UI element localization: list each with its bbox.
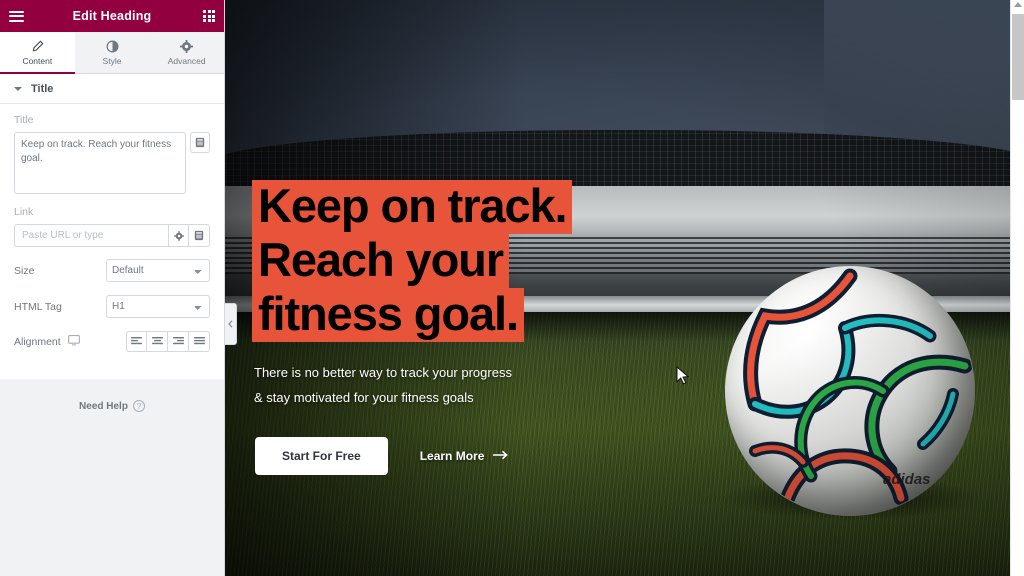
grid-icon[interactable] bbox=[203, 10, 215, 22]
learn-more-label: Learn More bbox=[419, 449, 485, 463]
link-options-gear-icon[interactable] bbox=[168, 224, 189, 247]
tab-content-label: Content bbox=[22, 55, 53, 66]
heading-line-3: fitness goal. bbox=[252, 288, 524, 342]
panel-body: Title Keep on track. Reach your fitness … bbox=[0, 104, 224, 379]
contrast-icon bbox=[106, 40, 119, 53]
link-dynamic-tag-icon[interactable] bbox=[189, 224, 210, 247]
tab-content[interactable]: Content bbox=[0, 32, 75, 74]
preview-canvas[interactable]: adidas Keep on track. Reach your fitness… bbox=[225, 0, 1024, 576]
need-help-label: Need Help bbox=[79, 400, 128, 412]
question-circle-icon: ? bbox=[132, 400, 145, 412]
section-title-header[interactable]: Title bbox=[0, 74, 224, 104]
tab-advanced-label: Advanced bbox=[167, 55, 206, 66]
subtext-line-1: There is no better way to track your pro… bbox=[254, 365, 512, 380]
start-for-free-button[interactable]: Start For Free bbox=[255, 437, 388, 475]
scroll-up-arrow-icon[interactable] bbox=[1014, 2, 1022, 7]
alignment-control: Alignment bbox=[14, 331, 210, 352]
panel-header: Edit Heading bbox=[0, 0, 224, 32]
title-control: Title Keep on track. Reach your fitness … bbox=[14, 114, 210, 194]
html-tag-select[interactable]: H1 bbox=[106, 295, 210, 318]
need-help-button[interactable]: Need Help ? bbox=[0, 400, 224, 412]
learn-more-link[interactable]: Learn More bbox=[420, 449, 510, 463]
hero-section: adidas Keep on track. Reach your fitness… bbox=[225, 0, 1024, 576]
panel-tabs: Content Style Advanced bbox=[0, 32, 224, 74]
tab-style-label: Style bbox=[102, 55, 122, 66]
hero-content: Keep on track. Reach your fitness goal. … bbox=[225, 0, 1024, 576]
size-control-label: Size bbox=[14, 264, 35, 277]
align-right-button[interactable] bbox=[168, 331, 189, 352]
html-tag-control-label: HTML Tag bbox=[14, 300, 62, 313]
desktop-icon[interactable] bbox=[67, 334, 80, 349]
preview-scrollbar[interactable] bbox=[1010, 0, 1024, 576]
gear-icon bbox=[180, 39, 194, 53]
tab-advanced[interactable]: Advanced bbox=[149, 32, 224, 73]
size-select[interactable]: Default bbox=[106, 259, 210, 282]
link-control-label: Link bbox=[14, 206, 34, 218]
section-title-label: Title bbox=[31, 82, 54, 95]
elementor-editor: adidas Keep on track. Reach your fitness… bbox=[0, 0, 1024, 576]
chevron-left-icon bbox=[228, 315, 233, 333]
pencil-icon bbox=[31, 39, 44, 53]
alignment-control-label: Alignment bbox=[14, 335, 61, 348]
alignment-button-group bbox=[126, 331, 210, 352]
cta-row: Start For Free Learn More bbox=[255, 437, 509, 475]
align-justify-button[interactable] bbox=[189, 331, 210, 352]
hamburger-icon[interactable] bbox=[9, 10, 24, 22]
title-dynamic-tag-icon[interactable] bbox=[190, 132, 210, 153]
arrow-right-icon bbox=[493, 449, 509, 463]
panel-title: Edit Heading bbox=[72, 9, 152, 23]
subtext-line-2: & stay motivated for your fitness goals bbox=[254, 390, 474, 405]
heading-line-2: Reach your bbox=[252, 234, 509, 288]
size-control: Size Default bbox=[14, 259, 210, 282]
title-input[interactable]: Keep on track. Reach your fitness goal. bbox=[14, 132, 186, 194]
chevron-down-icon bbox=[14, 86, 22, 91]
scrollbar-thumb[interactable] bbox=[1012, 14, 1024, 100]
hero-subtext: There is no better way to track your pro… bbox=[254, 360, 512, 410]
heading-line-1: Keep on track. bbox=[252, 180, 573, 234]
align-left-button[interactable] bbox=[126, 331, 147, 352]
hero-heading[interactable]: Keep on track. Reach your fitness goal. bbox=[252, 180, 573, 342]
panel-collapse-handle[interactable] bbox=[225, 303, 237, 345]
html-tag-control: HTML Tag H1 bbox=[14, 295, 210, 318]
elementor-panel: Edit Heading Content Style Advanced Titl… bbox=[0, 0, 225, 576]
tab-style[interactable]: Style bbox=[75, 32, 150, 73]
link-input[interactable] bbox=[14, 224, 168, 247]
link-control: Link bbox=[14, 206, 210, 247]
align-center-button[interactable] bbox=[147, 331, 168, 352]
title-control-label: Title bbox=[14, 114, 34, 126]
